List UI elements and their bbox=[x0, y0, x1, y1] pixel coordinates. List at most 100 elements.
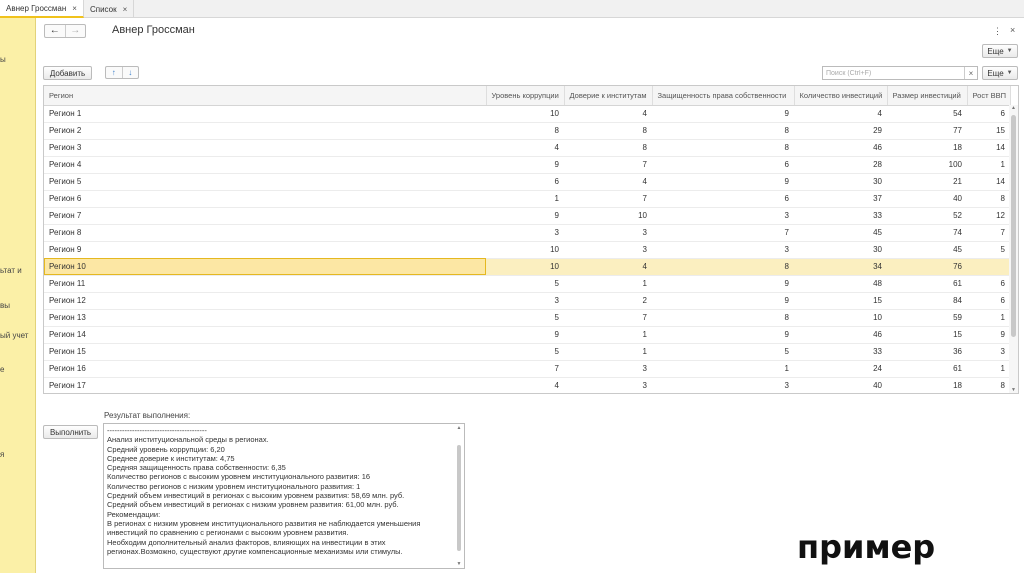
value-cell[interactable]: 10 bbox=[486, 258, 564, 276]
value-cell[interactable]: 74 bbox=[887, 224, 967, 242]
value-cell[interactable]: 8 bbox=[564, 122, 652, 140]
table-row[interactable]: Регион 1 10 4 9 4 54 6 bbox=[44, 105, 1010, 123]
value-cell[interactable]: 8 bbox=[486, 122, 564, 140]
region-cell[interactable]: Регион 17 bbox=[44, 377, 486, 393]
table-row[interactable]: Регион 13 5 7 8 10 59 1 bbox=[44, 309, 1010, 327]
add-button[interactable]: Добавить bbox=[43, 66, 92, 80]
value-cell[interactable]: 8 bbox=[652, 309, 794, 327]
value-cell[interactable]: 1 bbox=[486, 190, 564, 208]
value-cell[interactable]: 14 bbox=[967, 139, 1010, 157]
value-cell[interactable]: 6 bbox=[967, 275, 1010, 293]
arrow-down-icon[interactable]: ↓ bbox=[123, 67, 139, 78]
more-button-top[interactable]: Еще ▼ bbox=[982, 44, 1018, 58]
value-cell[interactable]: 29 bbox=[794, 122, 887, 140]
column-header[interactable]: Защищенность права собственности bbox=[652, 86, 795, 106]
value-cell[interactable]: 3 bbox=[652, 207, 794, 225]
clear-icon[interactable]: × bbox=[964, 67, 977, 79]
value-cell[interactable]: 45 bbox=[794, 224, 887, 242]
column-header[interactable]: Уровень коррупции bbox=[486, 86, 565, 106]
value-cell[interactable]: 46 bbox=[794, 139, 887, 157]
value-cell[interactable]: 61 bbox=[887, 360, 967, 378]
value-cell[interactable]: 4 bbox=[564, 173, 652, 191]
scrollbar-thumb[interactable] bbox=[457, 445, 461, 551]
value-cell[interactable]: 52 bbox=[887, 207, 967, 225]
value-cell[interactable]: 3 bbox=[652, 241, 794, 259]
value-cell[interactable]: 10 bbox=[564, 207, 652, 225]
value-cell[interactable]: 21 bbox=[887, 173, 967, 191]
value-cell[interactable]: 48 bbox=[794, 275, 887, 293]
region-cell[interactable]: Регион 7 bbox=[44, 207, 486, 225]
value-cell[interactable]: 8 bbox=[652, 139, 794, 157]
value-cell[interactable]: 28 bbox=[794, 156, 887, 174]
table-row[interactable]: Регион 8 3 3 7 45 74 7 bbox=[44, 224, 1010, 242]
value-cell[interactable]: 1 bbox=[967, 156, 1010, 174]
value-cell[interactable]: 30 bbox=[794, 241, 887, 259]
more-vertical-icon[interactable]: ⋮ bbox=[993, 26, 1002, 37]
value-cell[interactable]: 2 bbox=[564, 292, 652, 310]
value-cell[interactable]: 5 bbox=[486, 275, 564, 293]
region-cell[interactable]: Регион 9 bbox=[44, 241, 486, 259]
value-cell[interactable]: 5 bbox=[486, 343, 564, 361]
value-cell[interactable]: 18 bbox=[887, 139, 967, 157]
value-cell[interactable]: 3 bbox=[967, 343, 1010, 361]
value-cell[interactable]: 9 bbox=[486, 326, 564, 344]
value-cell[interactable]: 40 bbox=[887, 190, 967, 208]
region-cell[interactable]: Регион 13 bbox=[44, 309, 486, 327]
value-cell[interactable]: 3 bbox=[564, 224, 652, 242]
value-cell[interactable]: 9 bbox=[652, 292, 794, 310]
sidebar-item[interactable]: ый учет bbox=[0, 331, 35, 340]
value-cell[interactable]: 18 bbox=[887, 377, 967, 393]
scroll-down-icon[interactable]: ▼ bbox=[455, 561, 463, 567]
more-button[interactable]: Еще ▼ bbox=[982, 66, 1018, 80]
execute-button[interactable]: Выполнить bbox=[43, 425, 98, 439]
value-cell[interactable]: 34 bbox=[794, 258, 887, 276]
region-cell[interactable]: Регион 6 bbox=[44, 190, 486, 208]
value-cell[interactable]: 30 bbox=[794, 173, 887, 191]
value-cell[interactable]: 4 bbox=[564, 105, 652, 123]
value-cell[interactable]: 36 bbox=[887, 343, 967, 361]
value-cell[interactable]: 54 bbox=[887, 105, 967, 123]
value-cell[interactable]: 6 bbox=[486, 173, 564, 191]
region-cell[interactable]: Регион 12 bbox=[44, 292, 486, 310]
table-row[interactable]: Регион 17 4 3 3 40 18 8 bbox=[44, 377, 1010, 393]
value-cell[interactable]: 10 bbox=[486, 241, 564, 259]
arrow-up-icon[interactable]: ↑ bbox=[106, 67, 123, 78]
scroll-up-icon[interactable]: ▲ bbox=[455, 425, 463, 431]
result-scrollbar[interactable]: ▲ ▼ bbox=[455, 425, 463, 567]
value-cell[interactable]: 1 bbox=[564, 343, 652, 361]
value-cell[interactable]: 1 bbox=[652, 360, 794, 378]
sidebar-item[interactable]: я bbox=[0, 450, 35, 459]
region-cell[interactable]: Регион 16 bbox=[44, 360, 486, 378]
value-cell[interactable]: 8 bbox=[967, 190, 1010, 208]
back-arrow-icon[interactable]: ← bbox=[45, 25, 66, 37]
sidebar-item[interactable]: вы bbox=[0, 301, 35, 310]
region-cell[interactable]: Регион 3 bbox=[44, 139, 486, 157]
table-row[interactable]: Регион 11 5 1 9 48 61 6 bbox=[44, 275, 1010, 293]
region-cell[interactable]: Регион 11 bbox=[44, 275, 486, 293]
value-cell[interactable]: 6 bbox=[652, 156, 794, 174]
close-icon[interactable]: × bbox=[72, 4, 77, 13]
region-cell[interactable]: Регион 1 bbox=[44, 105, 486, 123]
sidebar-item[interactable]: ы bbox=[0, 55, 35, 64]
sidebar-item[interactable]: ьтат и bbox=[0, 266, 35, 275]
table-row[interactable]: Регион 16 7 3 1 24 61 1 bbox=[44, 360, 1010, 378]
value-cell[interactable]: 3 bbox=[486, 224, 564, 242]
column-header[interactable]: Рост ВВП bbox=[967, 86, 1011, 106]
table-row[interactable]: Регион 6 1 7 6 37 40 8 bbox=[44, 190, 1010, 208]
value-cell[interactable]: 59 bbox=[887, 309, 967, 327]
value-cell[interactable]: 6 bbox=[967, 105, 1010, 123]
sidebar-item[interactable]: е bbox=[0, 365, 35, 374]
search-input[interactable] bbox=[823, 67, 964, 79]
result-textarea[interactable]: ----------------------------------------… bbox=[103, 423, 465, 569]
tab-avner-grossman[interactable]: Авнер Гроссман × bbox=[0, 0, 84, 18]
value-cell[interactable]: 14 bbox=[967, 173, 1010, 191]
value-cell[interactable]: 7 bbox=[564, 309, 652, 327]
value-cell[interactable]: 3 bbox=[564, 360, 652, 378]
value-cell[interactable]: 15 bbox=[794, 292, 887, 310]
value-cell[interactable]: 9 bbox=[652, 173, 794, 191]
value-cell[interactable]: 10 bbox=[486, 105, 564, 123]
value-cell[interactable]: 3 bbox=[486, 292, 564, 310]
region-cell[interactable]: Регион 2 bbox=[44, 122, 486, 140]
column-header[interactable]: Регион bbox=[44, 86, 487, 106]
scroll-down-icon[interactable]: ▼ bbox=[1009, 387, 1018, 393]
